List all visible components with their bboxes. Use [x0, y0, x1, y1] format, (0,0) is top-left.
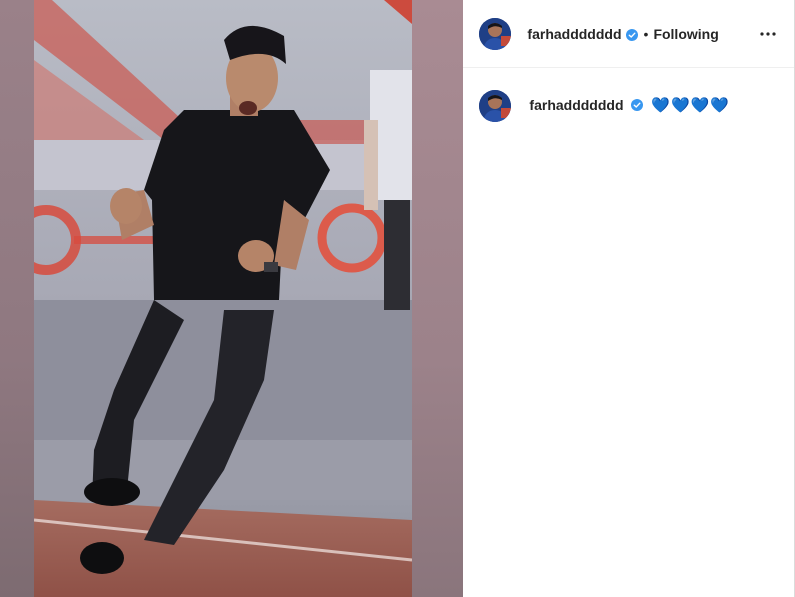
- caption-avatar[interactable]: [479, 90, 512, 122]
- avatar[interactable]: [479, 17, 512, 50]
- caption-hearts: 💙💙💙💙: [651, 97, 731, 114]
- caption-username[interactable]: farhaddddddd: [529, 97, 623, 113]
- post-media[interactable]: [0, 0, 464, 597]
- caption-text: farhaddddddd 💙💙💙💙: [529, 96, 730, 114]
- post-side-panel: farhaddddddd • Following farhaddddddd 💙💙…: [463, 0, 794, 597]
- media-blur-right: [412, 0, 464, 597]
- post-photo: [34, 0, 412, 597]
- caption-row: farhaddddddd 💙💙💙💙: [463, 68, 794, 122]
- verified-badge-icon: [631, 98, 644, 111]
- post-dialog: farhaddddddd • Following farhaddddddd 💙💙…: [0, 0, 795, 597]
- more-options-button[interactable]: [756, 22, 780, 46]
- following-button[interactable]: Following: [653, 26, 718, 42]
- separator-dot: •: [643, 25, 649, 42]
- more-horizontal-icon: [760, 31, 776, 36]
- photo-illustration: [34, 0, 412, 597]
- verified-badge-icon: [625, 28, 638, 41]
- avatar-image: [479, 17, 512, 50]
- avatar-image: [479, 90, 512, 122]
- header-username[interactable]: farhaddddddd: [527, 26, 621, 42]
- media-blur-left: [0, 0, 34, 597]
- post-header: farhaddddddd • Following: [463, 0, 794, 68]
